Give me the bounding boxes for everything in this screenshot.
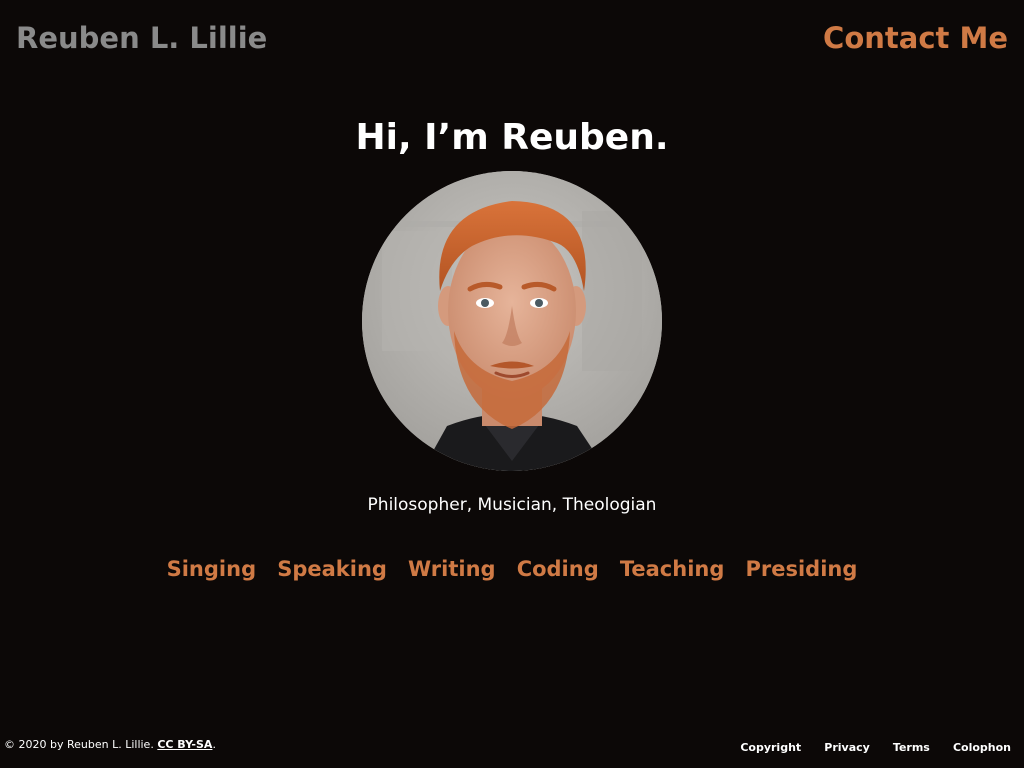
footer-copyright: © 2020 by Reuben L. Lillie. CC BY-SA.: [4, 736, 216, 754]
contact-me-link[interactable]: Contact Me: [823, 20, 1008, 56]
footer-link-privacy[interactable]: Privacy: [824, 739, 870, 757]
footer-nav: Copyright Privacy Terms Colophon: [722, 736, 1011, 757]
tagline: Philosopher, Musician, Theologian: [367, 495, 657, 515]
nav-link-coding[interactable]: Coding: [517, 553, 599, 585]
footer-link-colophon[interactable]: Colophon: [953, 739, 1011, 757]
avatar: [362, 171, 662, 471]
nav-link-teaching[interactable]: Teaching: [620, 553, 725, 585]
license-link[interactable]: CC BY-SA: [157, 738, 212, 751]
nav-link-writing[interactable]: Writing: [408, 553, 496, 585]
nav-link-singing[interactable]: Singing: [167, 553, 257, 585]
site-name-link[interactable]: Reuben L. Lillie: [16, 20, 267, 56]
footer-link-copyright[interactable]: Copyright: [740, 739, 801, 757]
license-suffix: .: [212, 738, 216, 751]
skills-nav: Singing Speaking Writing Coding Teaching…: [0, 553, 1024, 585]
page: Reuben L. Lillie Contact Me Hi, I’m Reub…: [0, 0, 1024, 768]
portrait-image: [362, 171, 662, 471]
footer-link-terms[interactable]: Terms: [893, 739, 930, 757]
nav-link-presiding[interactable]: Presiding: [745, 553, 857, 585]
page-title: Hi, I’m Reuben.: [355, 117, 669, 158]
copyright-text: © 2020 by Reuben L. Lillie.: [4, 738, 158, 751]
nav-link-speaking[interactable]: Speaking: [277, 553, 387, 585]
